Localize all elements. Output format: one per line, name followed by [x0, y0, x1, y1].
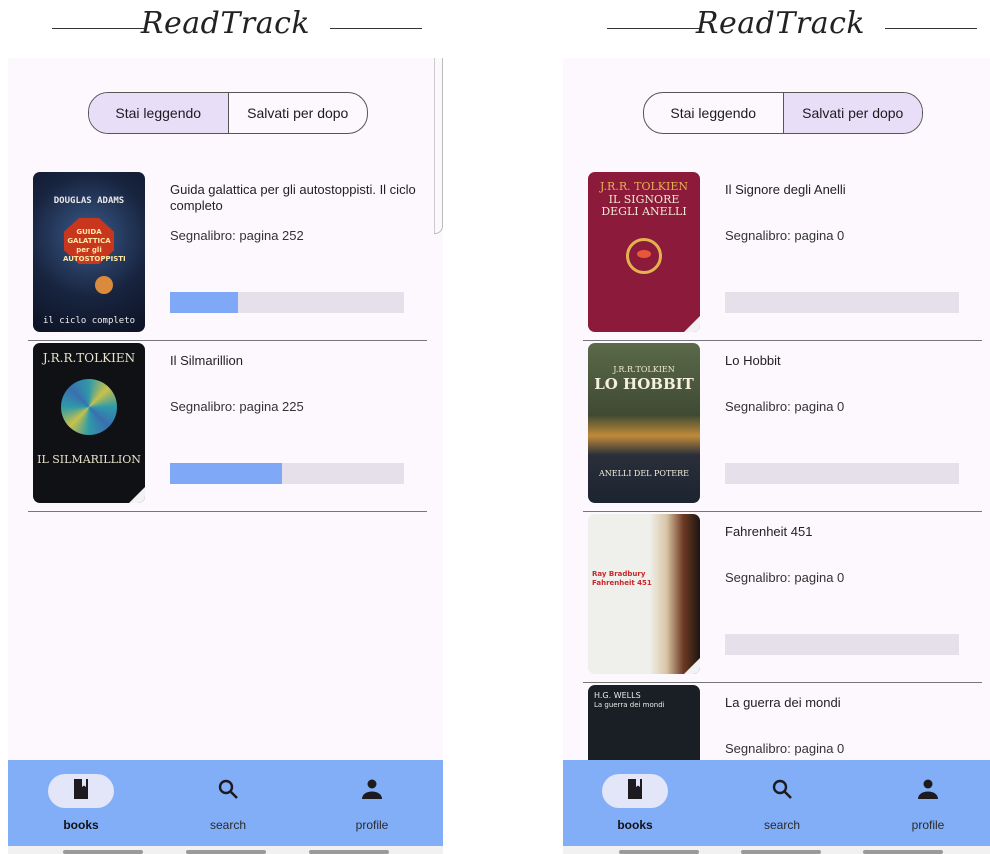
book-list-item[interactable]: H.G. WELLS La guerra dei mondi La guerra…	[583, 683, 982, 760]
app-title: ReadTrack	[140, 6, 311, 41]
person-icon	[916, 777, 940, 806]
book-list-item[interactable]: J.R.R.TOLKIEN IL SILMARILLION Il Silmari…	[28, 341, 427, 512]
nav-profile[interactable]: profile	[880, 774, 976, 832]
book-list-area[interactable]: Stai leggendo Salvati per dopo J.R.R. TO…	[563, 58, 990, 760]
search-icon	[771, 778, 793, 805]
bookmark-text: Segnalibro: pagina 0	[725, 570, 845, 585]
book-info: Il Silmarillion Segnalibro: pagina 225	[170, 353, 427, 484]
bottom-navigation: books search profile	[8, 760, 443, 846]
nav-profile[interactable]: profile	[324, 774, 420, 832]
screen-saved: ReadTrack Stai leggendo Salvati per dopo…	[563, 0, 990, 854]
progress-fill	[170, 463, 283, 484]
screen-reading: ReadTrack Stai leggendo Salvati per dopo…	[8, 0, 443, 854]
book-info: Fahrenheit 451 Segnalibro: pagina 0	[725, 524, 982, 655]
book-list: J.R.R. TOLKIEN IL SIGNORE DEGLI ANELLI I…	[583, 170, 982, 760]
book-info: Lo Hobbit Segnalibro: pagina 0	[725, 353, 982, 484]
bookmark-text: Segnalibro: pagina 225	[170, 399, 304, 414]
segmented-control: Stai leggendo Salvati per dopo	[88, 92, 368, 134]
bookmark-text: Segnalibro: pagina 0	[725, 228, 845, 243]
book-cover: J.R.R. TOLKIEN IL SIGNORE DEGLI ANELLI	[588, 172, 700, 332]
book-cover: Ray Bradbury Fahrenheit 451	[588, 514, 700, 674]
app-header: ReadTrack	[8, 0, 443, 58]
book-cover: DOUGLAS ADAMS GUIDA GALATTICA per gli AU…	[33, 172, 145, 332]
tab-stai-leggendo[interactable]: Stai leggendo	[644, 93, 783, 133]
nav-books[interactable]: books	[587, 774, 683, 832]
system-gesture-bar	[563, 846, 990, 854]
bottom-navigation: books search profile	[563, 760, 990, 846]
header-divider-right	[330, 28, 422, 29]
nav-search[interactable]: search	[734, 774, 830, 832]
book-title: Il Signore degli Anelli	[725, 182, 846, 197]
book-title: Fahrenheit 451	[725, 524, 813, 539]
book-title: La guerra dei mondi	[725, 695, 841, 710]
book-list-item[interactable]: DOUGLAS ADAMS GUIDA GALATTICA per gli AU…	[28, 170, 427, 341]
book-icon	[73, 778, 89, 804]
book-list: DOUGLAS ADAMS GUIDA GALATTICA per gli AU…	[28, 170, 427, 512]
system-gesture-bar	[8, 846, 443, 854]
book-list-item[interactable]: J.R.R. TOLKIEN IL SIGNORE DEGLI ANELLI I…	[583, 170, 982, 341]
reading-progress-bar	[170, 463, 404, 484]
book-info: La guerra dei mondi Segnalibro: pagina 0	[725, 695, 982, 756]
nav-books[interactable]: books	[33, 774, 129, 832]
book-title: Guida galattica per gli autostoppisti. I…	[170, 182, 416, 213]
app-header: ReadTrack	[563, 0, 990, 58]
book-title: Il Silmarillion	[170, 353, 243, 368]
bookmark-text: Segnalibro: pagina 252	[170, 228, 304, 243]
reading-progress-bar	[725, 463, 959, 484]
book-list-area[interactable]: Stai leggendo Salvati per dopo DOUGLAS A…	[8, 58, 443, 760]
progress-fill	[170, 292, 238, 313]
app-title: ReadTrack	[695, 6, 866, 41]
bookmark-text: Segnalibro: pagina 0	[725, 399, 845, 414]
tab-salvati-per-dopo[interactable]: Salvati per dopo	[782, 93, 922, 133]
search-icon	[217, 778, 239, 805]
tab-stai-leggendo[interactable]: Stai leggendo	[89, 93, 228, 133]
cover-planet	[95, 276, 113, 294]
book-title: Lo Hobbit	[725, 353, 781, 368]
book-icon	[627, 778, 643, 804]
reading-progress-bar	[170, 292, 404, 313]
book-cover: H.G. WELLS La guerra dei mondi	[588, 685, 700, 760]
book-list-item[interactable]: J.R.R.TOLKIEN LO HOBBIT ANELLI DEL POTER…	[583, 341, 982, 512]
bookmark-text: Segnalibro: pagina 0	[725, 741, 845, 756]
eye-icon	[637, 250, 651, 258]
tab-salvati-per-dopo[interactable]: Salvati per dopo	[227, 93, 368, 133]
segmented-control: Stai leggendo Salvati per dopo	[643, 92, 923, 134]
reading-progress-bar	[725, 292, 959, 313]
book-cover: J.R.R.TOLKIEN IL SILMARILLION	[33, 343, 145, 503]
cover-mandala	[61, 379, 117, 435]
reading-progress-bar	[725, 634, 959, 655]
book-cover: J.R.R.TOLKIEN LO HOBBIT ANELLI DEL POTER…	[588, 343, 700, 503]
person-icon	[360, 777, 384, 806]
book-info: Guida galattica per gli autostoppisti. I…	[170, 182, 427, 313]
book-list-item[interactable]: Ray Bradbury Fahrenheit 451 Fahrenheit 4…	[583, 512, 982, 683]
nav-search[interactable]: search	[180, 774, 276, 832]
scroll-edge	[434, 58, 443, 234]
book-info: Il Signore degli Anelli Segnalibro: pagi…	[725, 182, 982, 313]
header-divider-right	[885, 28, 977, 29]
